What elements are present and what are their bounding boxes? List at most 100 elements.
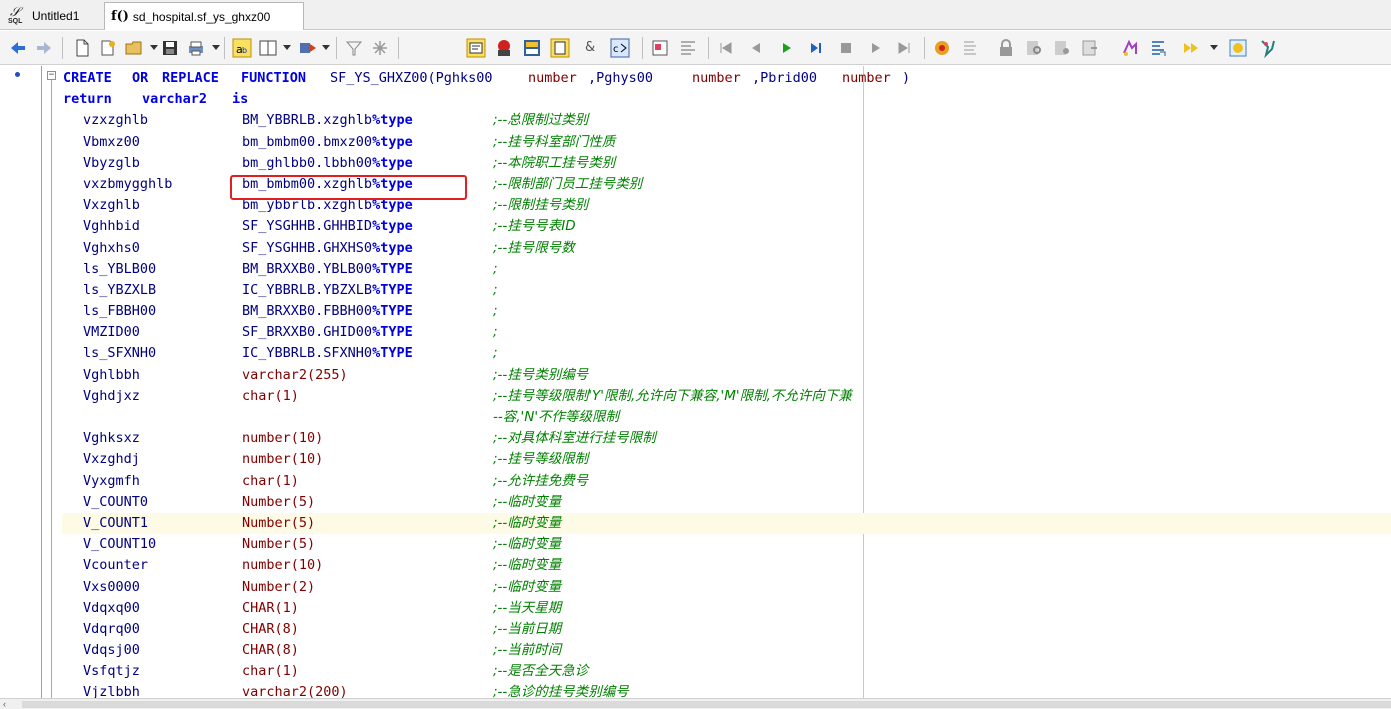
declaration-line: Vghxhs0 SF_YSGHHB.GHXHS0 %type ;--挂号限号数 xyxy=(63,238,963,259)
svg-text:b: b xyxy=(242,46,247,55)
function-icon: f() xyxy=(111,9,129,24)
prev-icon[interactable] xyxy=(746,38,766,58)
plugin-icon[interactable] xyxy=(1258,38,1278,58)
save-icon[interactable] xyxy=(160,38,180,58)
stack-icon[interactable] xyxy=(960,38,980,58)
code-comment: ;--对具体科室进行挂号限制 xyxy=(493,430,656,447)
schema-icon[interactable] xyxy=(550,38,570,58)
type-attribute: (1) xyxy=(274,387,299,404)
search-icon[interactable] xyxy=(1024,38,1044,58)
open-icon[interactable] xyxy=(98,38,118,58)
filter-icon[interactable] xyxy=(344,38,364,58)
first-icon[interactable] xyxy=(716,38,736,58)
param-type: number xyxy=(842,70,891,86)
breakpoint-icon[interactable] xyxy=(932,38,952,58)
new-icon[interactable] xyxy=(72,38,92,58)
variable-type: char xyxy=(242,387,275,404)
type-attribute: (10) xyxy=(290,430,324,447)
tools-dropdown-icon[interactable] xyxy=(322,45,330,50)
macro-icon[interactable] xyxy=(1182,38,1202,58)
variable-name: vzxzghlb xyxy=(83,112,149,129)
tab-label: Untitled1 xyxy=(32,9,80,23)
declaration-line: vzxzghlb BM_YBBRLB.xzghlb %type ;--总限制过类别 xyxy=(63,110,963,131)
variable-type: IC_YBBRLB.SFXNH0 xyxy=(242,345,373,362)
debug-icon[interactable] xyxy=(494,38,514,58)
export-icon[interactable] xyxy=(1080,38,1100,58)
declaration-line: Vghhbid SF_YSGHHB.GHHBID %type ;--挂号号表ID xyxy=(63,216,963,237)
layout-icon[interactable] xyxy=(258,38,278,58)
zoom-icon[interactable] xyxy=(1052,38,1072,58)
layout-dropdown-icon[interactable] xyxy=(283,45,291,50)
last-icon[interactable] xyxy=(894,38,914,58)
type-attribute: %TYPE xyxy=(372,303,413,320)
type-attribute: (8) xyxy=(274,620,299,637)
code-comment: ;--总限制过类别 xyxy=(493,112,589,129)
clear-filter-icon[interactable] xyxy=(370,38,390,58)
compile-icon[interactable]: c xyxy=(610,38,630,58)
run-icon[interactable] xyxy=(776,38,796,58)
type-attribute: (5) xyxy=(290,536,316,553)
horizontal-scrollbar[interactable]: ‹ xyxy=(0,698,1391,709)
variable-name: V_COUNT10 xyxy=(83,536,157,553)
execute-icon[interactable] xyxy=(466,38,486,58)
svg-text:c: c xyxy=(613,44,619,55)
declaration-line: V_COUNT10 Number (5) ;--临时变量 xyxy=(63,534,963,555)
variable-type: Number xyxy=(242,493,291,510)
fold-guide xyxy=(51,80,52,698)
open-folder-icon[interactable] xyxy=(124,38,144,58)
back-icon[interactable] xyxy=(8,38,28,58)
forward-icon[interactable] xyxy=(34,38,54,58)
type-attribute: %type xyxy=(372,154,413,171)
keyword: varchar2 xyxy=(142,91,208,108)
code-comment: ;--临时变量 xyxy=(493,493,562,510)
code-comment: ;--临时变量 xyxy=(493,557,562,574)
grid-icon[interactable] xyxy=(522,38,542,58)
print-dropdown-icon[interactable] xyxy=(212,45,220,50)
code-comment: ; xyxy=(493,345,498,362)
variable-type: bm_bmbm00.bmxz00 xyxy=(242,133,373,150)
code-comment: ; xyxy=(493,303,498,320)
help-icon[interactable] xyxy=(1228,38,1248,58)
next-icon[interactable] xyxy=(866,38,886,58)
font-icon[interactable]: ab xyxy=(232,38,252,58)
print-icon[interactable] xyxy=(186,38,206,58)
refresh-icon[interactable] xyxy=(1120,38,1140,58)
code-comment: ;--急诊的挂号类别编号 xyxy=(493,684,629,698)
declaration-line: --容,'N'不作等级限制 xyxy=(63,407,963,428)
align-icon[interactable] xyxy=(678,38,698,58)
variable-type: char xyxy=(242,663,275,680)
ampersand-icon[interactable]: & xyxy=(585,38,605,58)
code-comment: ;--挂号等级限制'Y'限制,允许向下兼容,'M'限制,不允许向下兼 xyxy=(493,387,852,404)
code-comment: --容,'N'不作等级限制 xyxy=(493,409,620,425)
format-icon[interactable] xyxy=(650,38,670,58)
stop-icon[interactable] xyxy=(836,38,856,58)
type-attribute: %TYPE xyxy=(372,260,413,277)
macro-dropdown-icon[interactable] xyxy=(1210,45,1218,50)
code-comment: ;--临时变量 xyxy=(493,536,562,553)
code-comment: ;--挂号等级限制 xyxy=(493,451,589,468)
declaration-line: Vxzghlb bm_ybbrlb.xzghlb %type ;--限制挂号类别 xyxy=(63,195,963,216)
scrollbar-thumb[interactable] xyxy=(22,701,1391,708)
line-gutter xyxy=(0,66,42,698)
fold-toggle-icon[interactable]: − xyxy=(47,71,56,80)
type-attribute: %type xyxy=(372,218,413,235)
type-attribute: %type xyxy=(372,239,413,256)
code-comment: ;--挂号类别编号 xyxy=(493,366,589,383)
scroll-left-icon[interactable]: ‹ xyxy=(3,699,6,709)
sql-editor[interactable]: − CREATE OR REPLACE FUNCTION SF_YS_GHXZ0… xyxy=(0,66,1391,698)
tools-icon[interactable] xyxy=(298,38,318,58)
tab-untitled1[interactable]: 𝒮 SQL Untitled1 xyxy=(6,2,102,30)
code-comment: ;--是否全天急诊 xyxy=(493,663,589,680)
highlight-box xyxy=(230,175,467,200)
lock-icon[interactable] xyxy=(996,38,1016,58)
paren: ) xyxy=(902,70,911,86)
tab-sd-hospital-function[interactable]: f() sd_hospital.sf_ys_ghxz00 xyxy=(104,2,304,30)
variable-name: Vdqrq00 xyxy=(83,620,140,637)
declaration-line: V_COUNT0 Number (5) ;--临时变量 xyxy=(63,492,963,513)
variable-type: Number xyxy=(242,536,291,553)
declaration-line: Vghlbbh varchar2 (255) ;--挂号类别编号 xyxy=(63,365,963,386)
open-dropdown-icon[interactable] xyxy=(150,45,158,50)
script-icon[interactable] xyxy=(1148,38,1168,58)
declaration-line: Vghksxz number (10) ;--对具体科室进行挂号限制 xyxy=(63,428,963,449)
step-icon[interactable] xyxy=(806,38,826,58)
